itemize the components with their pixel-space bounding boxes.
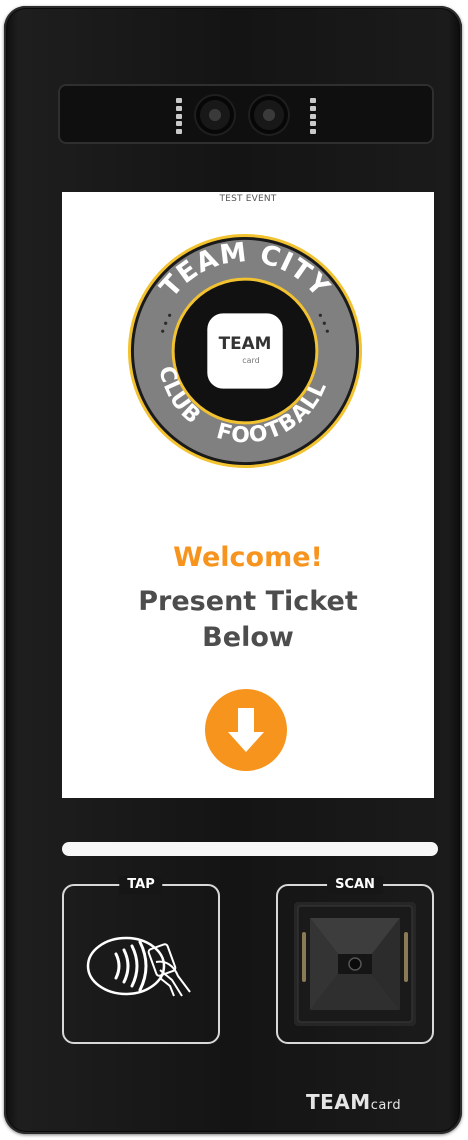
tap-label: TAP bbox=[119, 876, 163, 894]
barcode-scanner-icon bbox=[294, 902, 416, 1026]
arrow-down-icon bbox=[205, 689, 287, 771]
ir-led-right bbox=[310, 98, 316, 134]
team-city-crest: TEAM CITY FOOTBALL CLUB TEAM card bbox=[127, 233, 363, 469]
ir-led-left bbox=[176, 98, 182, 134]
welcome-heading: Welcome! bbox=[173, 542, 323, 573]
badge-line1: TEAM bbox=[219, 333, 272, 353]
badge-line2: card bbox=[242, 356, 259, 365]
camera-lens-right-icon bbox=[250, 96, 288, 134]
tap-reader[interactable]: TAP bbox=[62, 876, 220, 1044]
instruction-line1: Present Ticket bbox=[138, 586, 358, 617]
scan-reader[interactable]: SCAN bbox=[276, 876, 434, 1044]
status-light-strip bbox=[62, 842, 438, 856]
camera-bar bbox=[58, 84, 434, 144]
display-screen: TEST EVENT TEAM CITY FOOTBALL CLUB TEAM … bbox=[62, 192, 434, 798]
event-label: TEST EVENT bbox=[219, 194, 277, 204]
brand-main: TEAM bbox=[306, 1090, 371, 1114]
kiosk-device: TEST EVENT TEAM CITY FOOTBALL CLUB TEAM … bbox=[4, 6, 462, 1134]
instruction-line2: Below bbox=[202, 622, 294, 653]
brand-small: card bbox=[370, 1098, 402, 1113]
contactless-payment-icon bbox=[86, 936, 191, 997]
teamcard-brand-logo: TEAMcard bbox=[306, 1090, 436, 1120]
instruction-text: Present Ticket Below bbox=[62, 584, 434, 656]
scan-label: SCAN bbox=[327, 876, 383, 894]
camera-lens-left-icon bbox=[196, 96, 234, 134]
